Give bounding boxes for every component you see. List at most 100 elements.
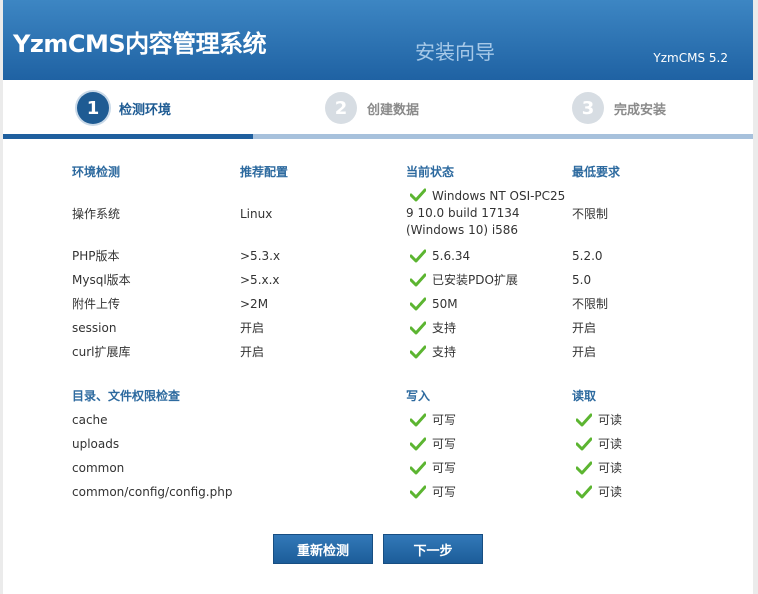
env-name: Mysql版本 (72, 273, 131, 287)
check-icon (576, 413, 592, 427)
step-label: 完成安装 (614, 102, 667, 118)
header-recommended: 推荐配置 (240, 165, 289, 179)
env-current: 支持 (406, 340, 456, 364)
header-write: 写入 (406, 389, 431, 403)
perm-write-text: 可写 (432, 413, 457, 427)
env-current-text: 5.6.34 (432, 249, 471, 263)
header-minimum: 最低要求 (572, 165, 621, 179)
check-icon (410, 249, 426, 263)
table-row: common 可写 可读 (72, 456, 712, 480)
progress-fill (3, 134, 253, 139)
table-row: session 开启 支持 开启 (72, 316, 712, 340)
table-row: 附件上传 >2M 50M 不限制 (72, 292, 712, 316)
header: YzmCMS内容管理系统 安装向导 YzmCMS 5.2 (3, 0, 753, 80)
step-number: 2 (325, 92, 357, 124)
check-icon (576, 485, 592, 499)
table-row: Mysql版本 >5.x.x 已安装PDO扩展 5.0 (72, 268, 712, 292)
check-icon (410, 321, 426, 335)
table-row: uploads 可写 可读 (72, 432, 712, 456)
check-icon (410, 297, 426, 311)
header-read: 读取 (572, 389, 597, 403)
check-icon (410, 345, 426, 359)
env-recommended: >2M (240, 297, 269, 311)
perm-path: common/config/config.php (72, 485, 233, 499)
perm-read: 可读 (572, 480, 622, 504)
env-recommended: >5.x.x (240, 273, 280, 287)
env-current: 支持 (406, 316, 456, 340)
env-recommended: 开启 (240, 345, 265, 359)
perm-write-text: 可写 (432, 461, 457, 475)
environment-check-table: 环境检测 推荐配置 当前状态 最低要求 操作系统 Linux Windows N… (72, 160, 712, 504)
action-buttons: 重新检测 下一步 (273, 534, 485, 564)
check-icon (410, 413, 426, 427)
table-row: common/config/config.php 可写 可读 (72, 480, 712, 504)
perm-write: 可写 (406, 456, 456, 480)
check-icon (576, 461, 592, 475)
perm-path: common (72, 461, 125, 475)
check-icon (410, 273, 426, 287)
perm-read-text: 可读 (598, 437, 623, 451)
next-step-button[interactable]: 下一步 (383, 534, 483, 564)
env-current-text: Windows NT OSI-PC25 9 10.0 build 17134 (… (406, 189, 566, 237)
header-env-check: 环境检测 (72, 165, 121, 179)
table-row: 操作系统 Linux Windows NT OSI-PC25 9 10.0 bu… (72, 184, 712, 244)
env-recommended: Linux (240, 207, 273, 221)
perm-read: 可读 (572, 456, 622, 480)
step-label: 检测环境 (119, 102, 172, 118)
perm-path: cache (72, 413, 108, 427)
install-panel: 1 检测环境 2 创建数据 3 完成安装 环境检测 推荐配置 当前状态 最低要求… (3, 80, 753, 594)
env-name: curl扩展库 (72, 345, 131, 359)
perm-write-text: 可写 (432, 437, 457, 451)
header-permissions: 目录、文件权限检查 (72, 389, 181, 403)
perm-path: uploads (72, 437, 120, 451)
env-current: Windows NT OSI-PC25 9 10.0 build 17134 (… (406, 188, 568, 239)
wizard-title: 安装向导 (415, 40, 495, 64)
env-recommended: 开启 (240, 321, 265, 335)
perm-read-text: 可读 (598, 461, 623, 475)
perm-read: 可读 (572, 432, 622, 456)
env-name: session (72, 321, 117, 335)
env-current-text: 支持 (432, 345, 457, 359)
logo: YzmCMS内容管理系统 (13, 30, 267, 58)
step-number: 3 (572, 92, 604, 124)
step-create-data: 2 创建数据 (325, 91, 419, 125)
env-current: 5.6.34 (406, 244, 470, 268)
env-name: 操作系统 (72, 207, 121, 221)
perm-write: 可写 (406, 408, 456, 432)
perm-read-text: 可读 (598, 413, 623, 427)
env-current: 已安装PDO扩展 (406, 268, 518, 292)
perm-write: 可写 (406, 432, 456, 456)
env-minimum: 5.0 (572, 273, 592, 287)
progress-bar (3, 134, 753, 139)
header-current: 当前状态 (406, 165, 455, 179)
env-minimum: 不限制 (572, 297, 609, 311)
check-icon (410, 188, 426, 202)
env-name: PHP版本 (72, 249, 120, 263)
env-minimum: 开启 (572, 345, 597, 359)
check-icon (410, 437, 426, 451)
perm-write-text: 可写 (432, 485, 457, 499)
step-complete-install: 3 完成安装 (572, 91, 666, 125)
check-icon (576, 437, 592, 451)
recheck-button[interactable]: 重新检测 (273, 534, 373, 564)
perm-write: 可写 (406, 480, 456, 504)
table-row: cache 可写 可读 (72, 408, 712, 432)
table-header: 环境检测 推荐配置 当前状态 最低要求 (72, 160, 712, 184)
perm-read-text: 可读 (598, 485, 623, 499)
env-current-text: 已安装PDO扩展 (432, 273, 518, 287)
env-minimum: 5.2.0 (572, 249, 603, 263)
env-minimum: 开启 (572, 321, 597, 335)
env-name: 附件上传 (72, 297, 121, 311)
step-check-environment: 1 检测环境 (77, 91, 171, 125)
step-label: 创建数据 (367, 102, 420, 118)
check-icon (410, 461, 426, 475)
table-row: PHP版本 >5.3.x 5.6.34 5.2.0 (72, 244, 712, 268)
table-row: curl扩展库 开启 支持 开启 (72, 340, 712, 384)
permissions-header: 目录、文件权限检查 写入 读取 (72, 384, 712, 408)
perm-read: 可读 (572, 408, 622, 432)
step-number: 1 (77, 92, 109, 124)
step-indicator: 1 检测环境 2 创建数据 3 完成安装 (3, 80, 753, 134)
env-recommended: >5.3.x (240, 249, 281, 263)
env-current-text: 50M (432, 297, 458, 311)
env-minimum: 不限制 (572, 207, 609, 221)
